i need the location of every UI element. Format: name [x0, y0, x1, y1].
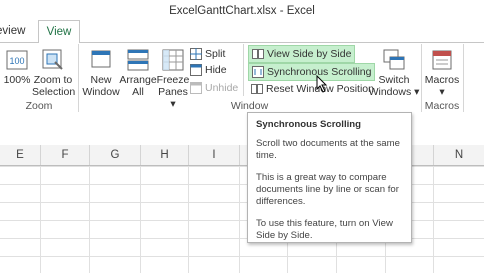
- freeze-label-1: Freeze: [156, 74, 190, 86]
- zoom-to-label-2: Selection: [32, 86, 76, 98]
- unhide-label: Unhide: [205, 82, 239, 94]
- switch-label-2: Windows ▾: [368, 86, 420, 98]
- new-window-icon: [91, 50, 111, 68]
- column-header-i[interactable]: I: [189, 145, 240, 165]
- arrange-all-icon: [127, 49, 149, 71]
- zoom-group-label: Zoom: [25, 100, 53, 112]
- unhide-icon: [190, 82, 202, 95]
- reset-window-position-button[interactable]: Reset Window Position: [251, 81, 374, 97]
- macros-label: Macros ▾: [424, 74, 460, 98]
- grid-line: [140, 166, 141, 273]
- column-header-e[interactable]: E: [0, 145, 41, 165]
- reset-window-position-icon: [251, 84, 263, 95]
- column-header-h[interactable]: H: [141, 145, 189, 165]
- tab-review[interactable]: eview: [0, 25, 25, 37]
- tooltip-text-3: To use this feature, turn on View Side b…: [256, 218, 393, 241]
- group-divider: [463, 44, 464, 112]
- hide-label: Hide: [205, 64, 227, 76]
- view-side-by-side-button[interactable]: View Side by Side: [248, 45, 356, 63]
- view-side-by-side-icon: [252, 49, 264, 60]
- tab-view[interactable]: View: [38, 20, 80, 43]
- grid-line: [40, 166, 41, 273]
- macros-group-label: Macros: [424, 100, 460, 112]
- svg-text:100: 100: [9, 56, 24, 66]
- zoom-to-selection-button[interactable]: Zoom to Selection: [32, 48, 76, 98]
- synchronous-scrolling-button[interactable]: Synchronous Scrolling: [248, 63, 376, 81]
- synchronous-scrolling-tooltip: Synchronous Scrolling Scroll two documen…: [247, 112, 412, 243]
- view-side-by-side-label: View Side by Side: [267, 48, 352, 60]
- arrange-label-2: All: [132, 86, 144, 98]
- tooltip-title: Synchronous Scrolling: [256, 119, 362, 130]
- arrange-label-1: Arrange: [119, 74, 157, 86]
- hide-button[interactable]: Hide: [190, 62, 227, 78]
- new-window-label-2: Window: [82, 86, 120, 98]
- grid-line: [188, 166, 189, 273]
- window-group-label: Window: [230, 100, 269, 112]
- grid-line: [433, 166, 434, 273]
- switch-label-1: Switch: [378, 74, 410, 86]
- grid-line: [239, 166, 240, 273]
- freeze-panes-icon: [162, 49, 184, 71]
- split-label: Split: [205, 48, 226, 60]
- macros-icon: [432, 50, 452, 70]
- new-window-label-1: New: [90, 74, 112, 86]
- zoom-to-selection-icon: [42, 49, 63, 70]
- zoom-100-label: 100%: [3, 74, 31, 86]
- switch-windows-button[interactable]: Switch Windows ▾: [368, 48, 420, 98]
- macros-button[interactable]: Macros ▾: [424, 48, 460, 98]
- hide-icon: [190, 64, 202, 77]
- arrange-all-button[interactable]: Arrange All: [119, 48, 157, 98]
- grid-line: [89, 166, 90, 273]
- column-header-f[interactable]: F: [41, 145, 90, 165]
- tooltip-text-1: Scroll two documents at the same time.: [256, 138, 400, 161]
- split-icon: [190, 48, 202, 61]
- column-header-g[interactable]: G: [90, 145, 141, 165]
- zoom-100-button[interactable]: 100 100%: [3, 48, 31, 86]
- new-window-button[interactable]: New Window: [82, 48, 120, 98]
- split-button[interactable]: Split: [190, 46, 225, 62]
- zoom-100-icon: 100: [6, 50, 28, 70]
- mouse-cursor-icon: [316, 75, 328, 93]
- switch-windows-icon: [383, 49, 405, 70]
- synchronous-scrolling-icon: [252, 66, 264, 79]
- group-divider: [243, 44, 244, 96]
- zoom-to-label-1: Zoom to: [33, 74, 73, 86]
- tooltip-text-2: This is a great way to compare documents…: [256, 172, 399, 207]
- unhide-button[interactable]: Unhide: [190, 80, 238, 96]
- window-title: ExcelGanttChart.xlsx - Excel: [169, 5, 315, 17]
- column-header-n[interactable]: N: [434, 145, 484, 165]
